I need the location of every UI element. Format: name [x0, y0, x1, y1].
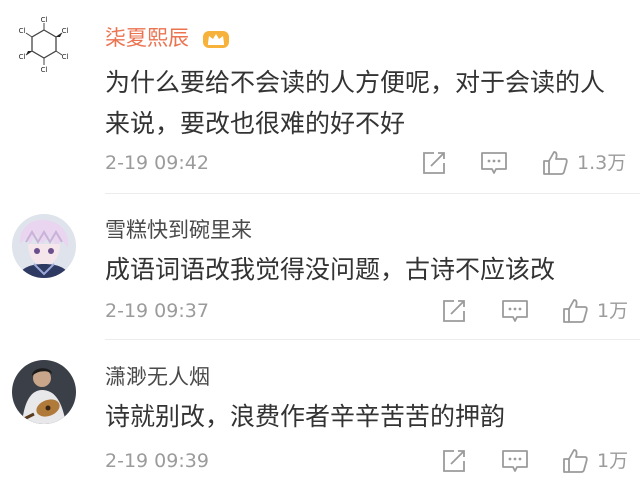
atom-label: Cl [41, 66, 48, 74]
like-count: 1.3万 [577, 152, 627, 174]
comment-text: 成语词语改我觉得没问题，古诗不应该改 [105, 255, 556, 284]
avatar[interactable] [12, 214, 76, 278]
anime-character-icon [12, 214, 76, 278]
guitar-player-icon [12, 360, 76, 424]
timestamp: 2-19 09:39 [105, 450, 209, 472]
comment-item: 雪糕快到碗里来 成语词语改我觉得没问题，古诗不应该改 2-19 09:37 1万 [0, 194, 640, 340]
username[interactable]: 柒夏熙辰 [105, 26, 230, 50]
comment-button[interactable] [501, 296, 529, 326]
comment-text: 为什么要给不会读的人方便呢，对于会读的人来说，要改也很难的好不好 [105, 68, 606, 138]
username[interactable]: 潇渺无人烟 [105, 365, 210, 389]
like-count: 1万 [597, 450, 629, 472]
like-button[interactable]: 1万 [561, 446, 628, 476]
crown-vip-icon [202, 31, 229, 48]
comment-text: 诗就别改，浪费作者辛辛苦苦的押韵 [105, 402, 506, 431]
atom-label: Cl [41, 16, 48, 24]
avatar[interactable] [12, 360, 76, 424]
share-icon [443, 450, 465, 472]
username-text[interactable]: 柒夏熙辰 [105, 26, 189, 50]
atom-label: Cl [19, 27, 26, 35]
share-button[interactable] [441, 446, 467, 476]
comment-list: Cl Cl Cl Cl Cl Cl 柒夏熙辰 为什么要给不会读的人方便呢，对于会… [0, 0, 640, 484]
comment-item: Cl Cl Cl Cl Cl Cl 柒夏熙辰 为什么要给不会读的人方便呢，对于会… [0, 0, 640, 194]
comment-meta: 2-19 09:39 1万 [105, 446, 640, 476]
username[interactable]: 雪糕快到碗里来 [105, 218, 252, 242]
like-button[interactable]: 1万 [561, 296, 628, 326]
chemical-structure-icon: Cl Cl Cl Cl Cl Cl [12, 12, 76, 76]
comment-icon [502, 450, 528, 472]
share-button[interactable] [441, 296, 467, 326]
thumbs-up-icon [543, 151, 568, 175]
timestamp: 2-19 09:42 [105, 152, 209, 174]
comment-icon [502, 300, 528, 322]
share-icon [423, 152, 445, 174]
thumbs-up-icon [563, 449, 588, 473]
atom-label: Cl [62, 53, 69, 61]
share-icon [443, 300, 465, 322]
avatar[interactable]: Cl Cl Cl Cl Cl Cl [12, 12, 76, 76]
thumbs-up-icon [563, 299, 588, 323]
comment-button[interactable] [501, 446, 529, 476]
comment-item: 潇渺无人烟 诗就别改，浪费作者辛辛苦苦的押韵 2-19 09:39 1万 [0, 340, 640, 484]
like-button[interactable]: 1.3万 [541, 148, 626, 178]
comment-button[interactable] [480, 148, 508, 178]
like-count: 1万 [597, 300, 629, 322]
comment-meta: 2-19 09:42 1.3万 [105, 148, 640, 178]
atom-label: Cl [19, 53, 26, 61]
atom-label: Cl [62, 27, 69, 35]
timestamp: 2-19 09:37 [105, 300, 209, 322]
comment-icon [481, 152, 507, 174]
share-button[interactable] [421, 148, 447, 178]
comment-meta: 2-19 09:37 1万 [105, 296, 640, 326]
